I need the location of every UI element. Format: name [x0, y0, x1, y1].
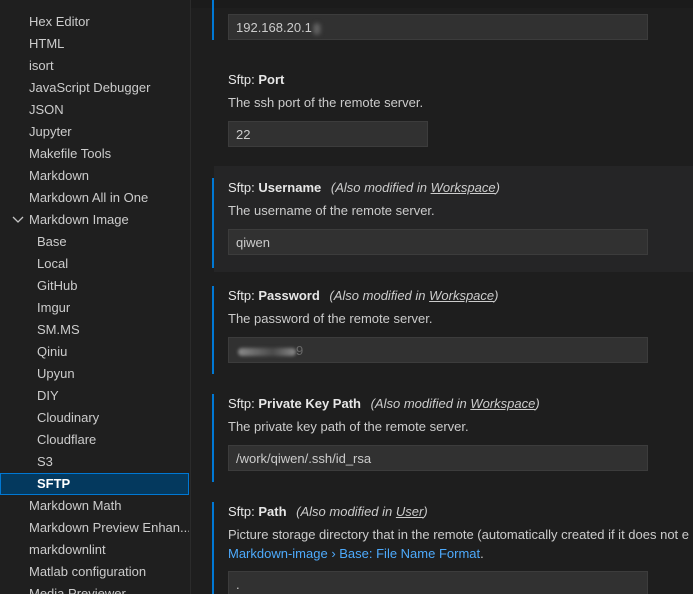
sidebar-item-markdown-preview-enhanced[interactable]: Markdown Preview Enhan...	[0, 517, 189, 539]
settings-editor: 192.168.20.1 Sftp: Port The ssh port of …	[191, 0, 693, 594]
modified-note: (Also modified in Workspace)	[330, 180, 500, 195]
sidebar-item-base[interactable]: Base	[0, 231, 189, 253]
sidebar-item-jupyter[interactable]: Jupyter	[0, 121, 189, 143]
sidebar-item-qiniu[interactable]: Qiniu	[0, 341, 189, 363]
sidebar-item-json[interactable]: JSON	[0, 99, 189, 121]
settings-sidebar-tree: Hex Editor HTML isort JavaScript Debugge…	[0, 0, 191, 594]
sidebar-item-makefile-tools[interactable]: Makefile Tools	[0, 143, 189, 165]
setting-category: Sftp:	[228, 396, 259, 411]
workspace-link[interactable]: Workspace	[470, 396, 535, 411]
modified-note: (Also modified in Workspace)	[370, 396, 540, 411]
modified-note: (Also modified in Workspace)	[329, 288, 499, 303]
sidebar-item-label: Markdown Image	[29, 212, 129, 227]
user-link[interactable]: User	[396, 504, 423, 519]
setting-path: Sftp: Path (Also modified in User) Pictu…	[212, 502, 693, 594]
file-name-format-link[interactable]: Markdown-image › Base: File Name Format	[228, 546, 480, 561]
sidebar-item-cloudflare[interactable]: Cloudflare	[0, 429, 189, 451]
sidebar-item-matlab-configuration[interactable]: Matlab configuration	[0, 561, 189, 583]
sidebar-item-upyun[interactable]: Upyun	[0, 363, 189, 385]
sidebar-item-imgur[interactable]: Imgur	[0, 297, 189, 319]
setting-title: Sftp: Private Key Path (Also modified in…	[228, 396, 540, 411]
setting-description-link-line: Markdown-image › Base: File Name Format.	[228, 546, 484, 561]
sidebar-item-local[interactable]: Local	[0, 253, 189, 275]
sidebar-item-markdown-image[interactable]: Markdown Image	[0, 209, 189, 231]
password-input[interactable]: 9	[228, 337, 648, 363]
setting-category: Sftp:	[228, 288, 259, 303]
host-input[interactable]: 192.168.20.1	[228, 14, 648, 40]
redacted-mask	[313, 22, 320, 35]
sidebar-item-markdown[interactable]: Markdown	[0, 165, 189, 187]
modified-indicator	[212, 286, 214, 374]
host-value: 192.168.20.1	[236, 20, 312, 35]
setting-name: Private Key Path	[258, 396, 361, 411]
private-key-path-input[interactable]: /work/qiwen/.ssh/id_rsa	[228, 445, 648, 471]
sidebar-item-diy[interactable]: DIY	[0, 385, 189, 407]
setting-description: Picture storage directory that in the re…	[228, 527, 690, 542]
setting-host: 192.168.20.1	[212, 0, 693, 48]
sidebar-item-isort[interactable]: isort	[0, 55, 189, 77]
modified-indicator	[212, 178, 214, 268]
sidebar-item-markdown-math[interactable]: Markdown Math	[0, 495, 189, 517]
setting-port: Sftp: Port The ssh port of the remote se…	[214, 62, 693, 158]
sidebar-item-markdownlint[interactable]: markdownlint	[0, 539, 189, 561]
setting-title: Sftp: Username (Also modified in Workspa…	[228, 180, 500, 195]
setting-name: Password	[258, 288, 320, 303]
path-input[interactable]: .	[228, 571, 648, 594]
port-input[interactable]: 22	[228, 121, 428, 147]
setting-description: The password of the remote server.	[228, 311, 433, 326]
workspace-link[interactable]: Workspace	[431, 180, 496, 195]
modified-note: (Also modified in User)	[296, 504, 428, 519]
setting-private-key-path: Sftp: Private Key Path (Also modified in…	[212, 394, 693, 484]
setting-category: Sftp:	[228, 72, 259, 87]
sidebar-item-sftp[interactable]: SFTP	[0, 473, 189, 495]
setting-username: Sftp: Username (Also modified in Workspa…	[212, 166, 693, 272]
sidebar-item-smms[interactable]: SM.MS	[0, 319, 189, 341]
sidebar-item-s3[interactable]: S3	[0, 451, 189, 473]
password-value: 9	[296, 343, 304, 358]
setting-category: Sftp:	[228, 504, 259, 519]
setting-name: Username	[258, 180, 322, 195]
setting-description: The username of the remote server.	[228, 203, 435, 218]
sidebar-item-github[interactable]: GitHub	[0, 275, 189, 297]
sidebar-item-javascript-debugger[interactable]: JavaScript Debugger	[0, 77, 189, 99]
setting-category: Sftp:	[228, 180, 259, 195]
username-input[interactable]: qiwen	[228, 229, 648, 255]
setting-name: Path	[258, 504, 287, 519]
focus-indicator	[212, 0, 214, 40]
sidebar-item-media-previewer[interactable]: Media Previewer	[0, 583, 189, 594]
sidebar-item-hex-editor[interactable]: Hex Editor	[0, 11, 189, 33]
setting-description: The private key path of the remote serve…	[228, 419, 469, 434]
redacted-mask	[238, 347, 296, 356]
setting-title: Sftp: Password (Also modified in Workspa…	[228, 288, 499, 303]
setting-password: Sftp: Password (Also modified in Workspa…	[212, 286, 693, 376]
setting-title: Sftp: Port	[228, 72, 284, 87]
sidebar-item-markdown-all-in-one[interactable]: Markdown All in One	[0, 187, 189, 209]
setting-title: Sftp: Path (Also modified in User)	[228, 504, 428, 519]
sidebar-item-cloudinary[interactable]: Cloudinary	[0, 407, 189, 429]
sidebar-item-html[interactable]: HTML	[0, 33, 189, 55]
modified-indicator	[212, 394, 214, 482]
setting-name: Port	[258, 72, 285, 87]
setting-description: The ssh port of the remote server.	[228, 95, 424, 110]
chevron-down-icon[interactable]	[10, 209, 26, 231]
workspace-link[interactable]: Workspace	[429, 288, 494, 303]
modified-indicator	[212, 502, 214, 594]
